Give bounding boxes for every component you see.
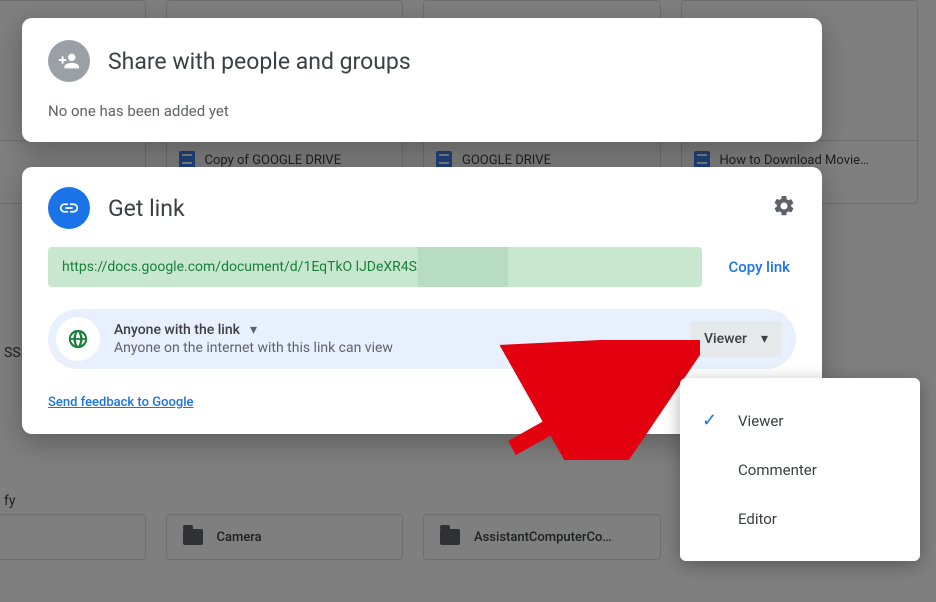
access-scope-dropdown[interactable]: Anyone with the link ▾ <box>114 322 676 338</box>
role-option-editor[interactable]: ✓ Editor <box>680 494 920 543</box>
share-url-text: https://docs.google.com/document/d/1EqTk… <box>62 259 474 275</box>
role-menu: ✓ Viewer ✓ Commenter ✓ Editor <box>680 378 920 561</box>
share-subtitle: No one has been added yet <box>48 102 796 120</box>
share-dialog: Share with people and groups No one has … <box>22 18 822 142</box>
role-option-viewer[interactable]: ✓ Viewer <box>680 396 920 445</box>
link-icon <box>48 187 90 229</box>
access-scope-sub: Anyone on the internet with this link ca… <box>114 340 676 356</box>
role-label: Viewer <box>704 331 747 347</box>
access-row: Anyone with the link ▾ Anyone on the int… <box>48 309 796 369</box>
gear-icon[interactable] <box>772 194 796 222</box>
role-option-label: Commenter <box>738 461 817 479</box>
person-add-icon <box>48 40 90 82</box>
access-scope-label: Anyone with the link <box>114 322 240 338</box>
role-option-commenter[interactable]: ✓ Commenter <box>680 445 920 494</box>
chevron-down-icon: ▾ <box>761 331 768 347</box>
role-option-label: Viewer <box>738 412 783 430</box>
get-link-title: Get link <box>108 195 754 222</box>
copy-link-button[interactable]: Copy link <box>722 258 796 276</box>
role-dropdown-button[interactable]: Viewer ▾ <box>690 321 782 357</box>
chevron-down-icon: ▾ <box>250 322 257 338</box>
globe-icon <box>56 317 100 361</box>
role-option-label: Editor <box>738 510 777 528</box>
check-icon: ✓ <box>702 410 722 431</box>
share-title: Share with people and groups <box>108 48 411 75</box>
share-url-box[interactable]: https://docs.google.com/document/d/1EqTk… <box>48 247 702 287</box>
